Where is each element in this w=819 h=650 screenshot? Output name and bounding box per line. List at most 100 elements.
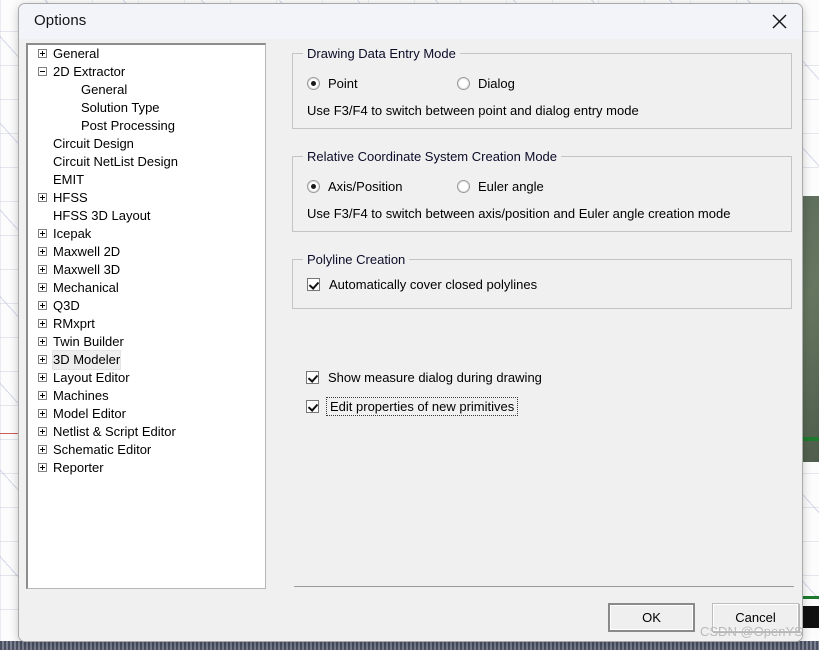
tree-item[interactable]: Maxwell 2D [28,243,265,261]
tree-item[interactable]: HFSS [28,189,265,207]
expand-icon[interactable] [38,409,47,418]
group-polyline-creation-title: Polyline Creation [303,252,410,267]
expand-icon[interactable] [38,373,47,382]
radio-dialog-label: Dialog [478,76,515,91]
tree-item[interactable]: Icepak [28,225,265,243]
expand-icon[interactable] [38,391,47,400]
group-drawing-data-entry-mode-title: Drawing Data Entry Mode [303,46,460,61]
options-dialog: Options General 2D Extractor General Soluti… [18,3,803,642]
group-drawing-data-entry-mode: Drawing Data Entry Mode Point Dialog Use… [292,46,792,129]
radio-axis-position-label: Axis/Position [328,179,403,194]
tree-item[interactable]: Schematic Editor [28,441,265,459]
dialog-titlebar: Options [19,4,802,40]
tree-item-label: 3D Modeler [51,350,122,370]
taskbar-strip [0,641,819,650]
tree-item[interactable]: General [28,81,265,99]
tree-item-label: Maxwell 2D [53,244,121,259]
viewport-dark-block [801,606,819,628]
expand-icon[interactable] [38,49,47,58]
cancel-button-label: Cancel [735,610,776,625]
radio-point-indicator [307,77,320,90]
expand-icon[interactable] [38,463,47,472]
drawing-data-entry-hint: Use F3/F4 to switch between point and di… [307,103,639,118]
radio-dialog[interactable]: Dialog [457,76,515,91]
tree-item-label: Mechanical [53,280,119,295]
tree-item-label: Schematic Editor [53,442,152,457]
radio-euler-angle-label: Euler angle [478,179,544,194]
settings-pane: Drawing Data Entry Mode Point Dialog Use… [279,39,794,641]
close-button[interactable] [756,4,802,39]
group-relative-coordinate-system: Relative Coordinate System Creation Mode… [292,149,792,232]
tree-item-label: RMxprt [53,316,95,331]
tree-item-label: Reporter [53,460,104,475]
tree-item[interactable]: Twin Builder [28,333,265,351]
expand-icon[interactable] [38,283,47,292]
expand-icon[interactable] [38,427,47,436]
relative-coordinate-system-hint: Use F3/F4 to switch between axis/positio… [307,206,731,221]
checkbox-auto-cover-closed-polylines[interactable]: Automatically cover closed polylines [307,277,537,292]
expand-icon[interactable] [38,229,47,238]
radio-euler-angle[interactable]: Euler angle [457,179,544,194]
tree-item-label: Icepak [53,226,92,241]
group-polyline-creation: Polyline Creation Automatically cover cl… [292,252,792,309]
ok-button-label: OK [642,610,661,625]
radio-point-label: Point [328,76,358,91]
expand-icon[interactable] [38,265,47,274]
tree-item[interactable]: EMIT [28,171,265,189]
tree-item-label: HFSS 3D Layout [53,208,151,223]
ok-button[interactable]: OK [608,603,695,632]
tree-item[interactable]: Machines [28,387,265,405]
radio-euler-angle-indicator [457,180,470,193]
tree-item[interactable]: Maxwell 3D [28,261,265,279]
footer-separator [294,586,794,587]
checkbox-edit-properties-indicator [306,400,319,413]
options-category-tree[interactable]: General 2D Extractor General Solution Type P… [26,43,266,589]
tree-item-label: HFSS [53,190,88,205]
tree-item[interactable]: Circuit NetList Design [28,153,265,171]
expand-icon[interactable] [38,319,47,328]
checkbox-edit-properties-new-primitives[interactable]: Edit properties of new primitives [306,397,519,416]
collapse-icon[interactable] [38,67,47,76]
tree-item[interactable]: Mechanical [28,279,265,297]
tree-item[interactable]: Model Editor [28,405,265,423]
tree-item[interactable]: 2D Extractor [28,63,265,81]
tree-item[interactable]: Circuit Design [28,135,265,153]
expand-icon[interactable] [38,445,47,454]
expand-icon[interactable] [38,337,47,346]
tree-item[interactable]: Layout Editor [28,369,265,387]
tree-item-label: Solution Type [81,100,160,115]
tree-item[interactable]: Netlist & Script Editor [28,423,265,441]
tree-item-label: Maxwell 3D [53,262,121,277]
tree-item[interactable]: 3D Modeler [28,350,265,370]
checkbox-auto-cover-indicator [307,278,320,291]
tree-item[interactable]: HFSS 3D Layout [28,207,265,225]
group-relative-coordinate-system-title: Relative Coordinate System Creation Mode [303,149,562,164]
radio-axis-position[interactable]: Axis/Position [307,179,402,194]
tree-item-label: General [53,46,100,61]
expand-icon[interactable] [38,301,47,310]
radio-axis-position-indicator [307,180,320,193]
tree-item[interactable]: RMxprt [28,315,265,333]
checkbox-auto-cover-label: Automatically cover closed polylines [329,277,538,292]
expand-icon[interactable] [38,193,47,202]
tree-item[interactable]: Post Processing [28,117,265,135]
tree-item[interactable]: Solution Type [28,99,265,117]
tree-item-label: Layout Editor [53,370,130,385]
close-icon [772,14,786,29]
tree-item[interactable]: Q3D [28,297,265,315]
tree-list: General 2D Extractor General Solution Type P… [28,45,265,477]
tree-item[interactable]: General [28,45,265,63]
tree-item[interactable]: Reporter [28,459,265,477]
tree-item-label: EMIT [53,172,85,187]
tree-item-label: Model Editor [53,406,126,421]
dialog-body: General 2D Extractor General Solution Type P… [19,39,802,641]
tree-item-label: Circuit Design [53,136,134,151]
expand-icon[interactable] [38,247,47,256]
expand-icon[interactable] [38,355,47,364]
checkbox-show-measure-dialog[interactable]: Show measure dialog during drawing [306,370,542,385]
tree-item-label: Twin Builder [53,334,124,349]
tree-item-label: Post Processing [81,118,175,133]
radio-point[interactable]: Point [307,76,358,91]
dialog-title: Options [34,12,87,29]
tree-item-label: General [81,82,128,97]
